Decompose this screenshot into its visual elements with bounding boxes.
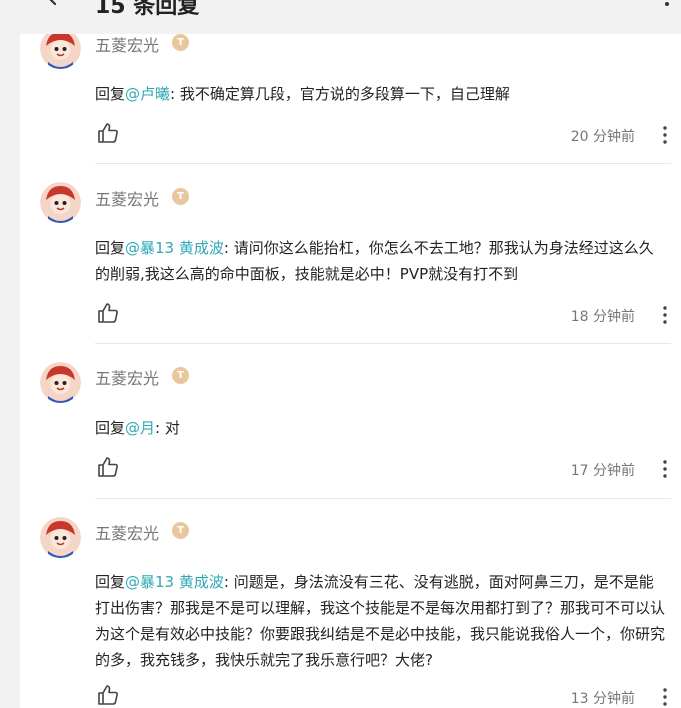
username[interactable]: 五菱宏光	[95, 34, 159, 56]
reply-prefix: 回复	[95, 239, 126, 257]
more-options-icon[interactable]	[658, 458, 672, 480]
reply-content: : 对	[155, 419, 180, 437]
reply-item: 五菱宏光 T 回复@卢曦: 我不确定算几段，官方说的多段算一下，自己理解 20 …	[20, 34, 681, 164]
reply-prefix: 回复	[95, 85, 126, 103]
timestamp: 20 分钟前	[570, 129, 635, 145]
reply-text: 回复@月: 对	[95, 415, 665, 441]
avatar[interactable]	[40, 517, 81, 558]
timestamp: 18 分钟前	[570, 309, 635, 325]
username[interactable]: 五菱宏光	[95, 186, 159, 210]
level-badge: T	[172, 522, 189, 539]
header-bar: 15 条回复	[0, 0, 681, 34]
level-badge: T	[172, 34, 189, 51]
avatar[interactable]	[40, 362, 81, 403]
reply-prefix: 回复	[95, 573, 126, 591]
replies-panel: 五菱宏光 T 回复@卢曦: 我不确定算几段，官方说的多段算一下，自己理解 20 …	[20, 34, 681, 708]
more-options-icon[interactable]	[659, 0, 675, 10]
reply-text: 回复@暴13 黄成波: 问题是，身法流没有三花、没有逃脱，面对阿鼻三刀，是不是能…	[95, 569, 665, 673]
reply-text: 回复@暴13 黄成波: 请问你这么能抬杠，你怎么不去工地？那我认为身法经过这么久…	[95, 235, 665, 287]
reply-item: 五菱宏光 T 回复@暴13 黄成波: 请问你这么能抬杠，你怎么不去工地？那我认为…	[20, 164, 681, 344]
back-chevron-icon[interactable]	[40, 0, 64, 8]
reply-item: 五菱宏光 T 回复@暴13 黄成波: 问题是，身法流没有三花、没有逃脱，面对阿鼻…	[20, 499, 681, 708]
thumbs-up-icon[interactable]	[96, 121, 120, 145]
more-options-icon[interactable]	[658, 686, 672, 708]
mention-link[interactable]: @卢曦	[125, 85, 170, 103]
timestamp: 17 分钟前	[570, 463, 635, 479]
avatar-image-icon	[40, 362, 81, 403]
reply-prefix: 回复	[95, 419, 126, 437]
avatar[interactable]	[40, 182, 81, 223]
level-badge: T	[172, 367, 189, 384]
timestamp: 13 分钟前	[570, 691, 635, 707]
thumbs-up-icon[interactable]	[96, 683, 120, 707]
username[interactable]: 五菱宏光	[95, 365, 159, 389]
page-title: 15 条回复	[95, 0, 200, 19]
reply-content: : 我不确定算几段，官方说的多段算一下，自己理解	[170, 85, 510, 103]
mention-link[interactable]: @暴13 黄成波	[125, 573, 224, 591]
username[interactable]: 五菱宏光	[95, 520, 159, 544]
mention-link[interactable]: @暴13 黄成波	[125, 239, 224, 257]
more-options-icon[interactable]	[658, 124, 672, 146]
avatar[interactable]	[40, 34, 81, 69]
mention-link[interactable]: @月	[125, 419, 155, 437]
thumbs-up-icon[interactable]	[96, 301, 120, 325]
reply-text: 回复@卢曦: 我不确定算几段，官方说的多段算一下，自己理解	[95, 81, 665, 107]
avatar-image-icon	[40, 34, 81, 69]
avatar-image-icon	[40, 182, 81, 223]
level-badge: T	[172, 188, 189, 205]
thumbs-up-icon[interactable]	[96, 455, 120, 479]
more-options-icon[interactable]	[658, 304, 672, 326]
reply-item: 五菱宏光 T 回复@月: 对 17 分钟前	[20, 344, 681, 499]
avatar-image-icon	[40, 517, 81, 558]
